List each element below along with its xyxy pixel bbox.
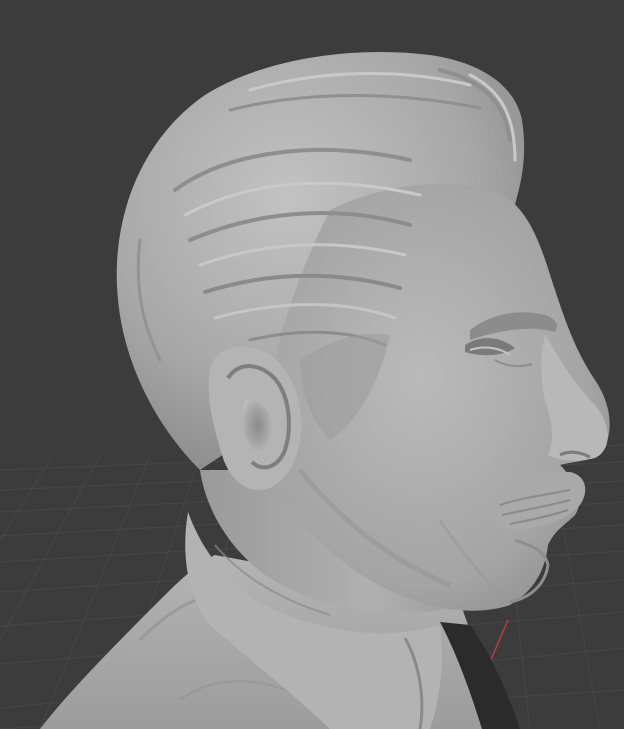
x-axis-line (489, 619, 509, 663)
3d-viewport[interactable] (0, 0, 624, 729)
viewport-canvas[interactable] (0, 0, 624, 729)
